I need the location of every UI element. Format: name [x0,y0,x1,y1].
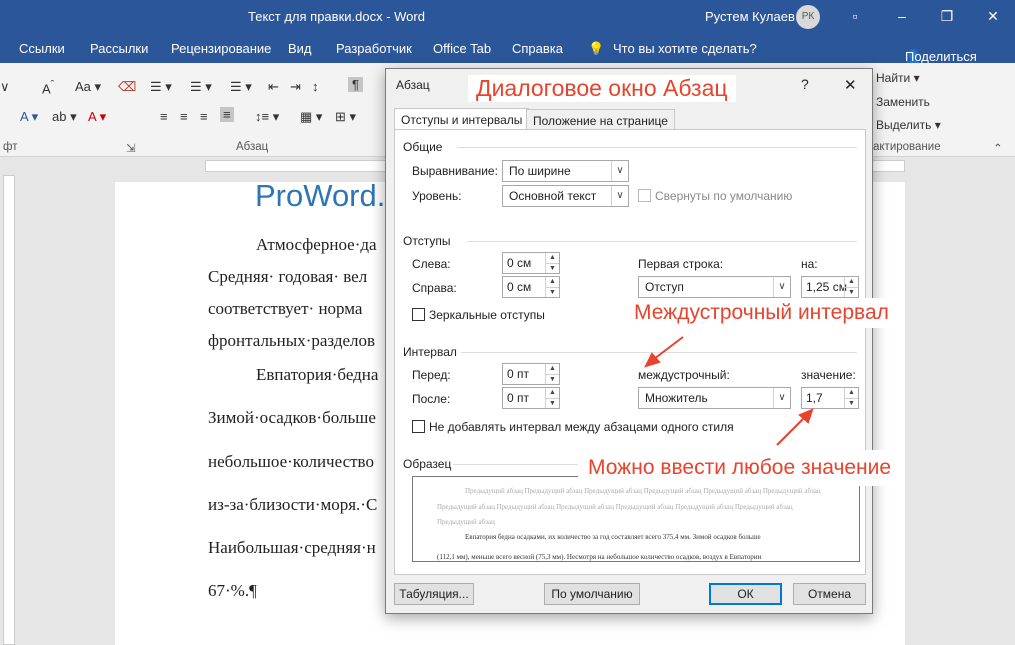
annotation-arrows [644,336,814,446]
arrow-to-line-spacing [644,336,684,368]
arrow-to-spacing-value [776,408,814,446]
